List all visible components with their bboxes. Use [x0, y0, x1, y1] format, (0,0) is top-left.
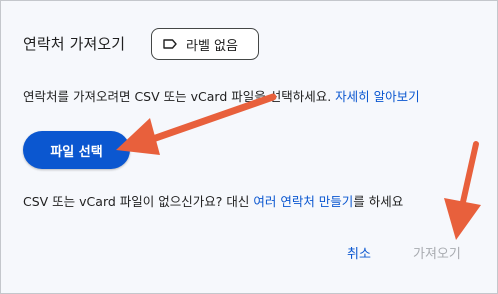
cancel-button[interactable]: 취소 [347, 243, 371, 262]
alternative-text-before: CSV 또는 vCard 파일이 없으신가요? 대신 [23, 194, 254, 209]
alternative-text-after: 를 하세요 [353, 194, 404, 209]
alternative-text: CSV 또는 vCard 파일이 없으신가요? 대신 여러 연락처 만들기를 하… [23, 191, 493, 210]
dialog-title: 연락처 가져오기 [23, 35, 126, 53]
learn-more-link[interactable]: 자세히 알아보기 [335, 89, 419, 104]
select-file-button[interactable]: 파일 선택 [23, 131, 130, 169]
instruction-text: 연락처를 가져오려면 CSV 또는 vCard 파일을 선택하세요. 자세히 알… [23, 86, 420, 105]
label-selector-text: 라벨 없음 [186, 38, 238, 54]
label-selector-chip[interactable]: 라벨 없음 [151, 28, 259, 60]
instruction-body: 연락처를 가져오려면 CSV 또는 vCard 파일을 선택하세요. [23, 89, 336, 104]
label-outline-icon [163, 39, 177, 49]
import-contacts-dialog: 연락처 가져오기 라벨 없음 연락처를 가져오려면 CSV 또는 vCard 파… [0, 0, 498, 294]
create-multiple-contacts-link[interactable]: 여러 연락처 만들기 [253, 194, 353, 209]
import-button: 가져오기 [413, 247, 461, 262]
